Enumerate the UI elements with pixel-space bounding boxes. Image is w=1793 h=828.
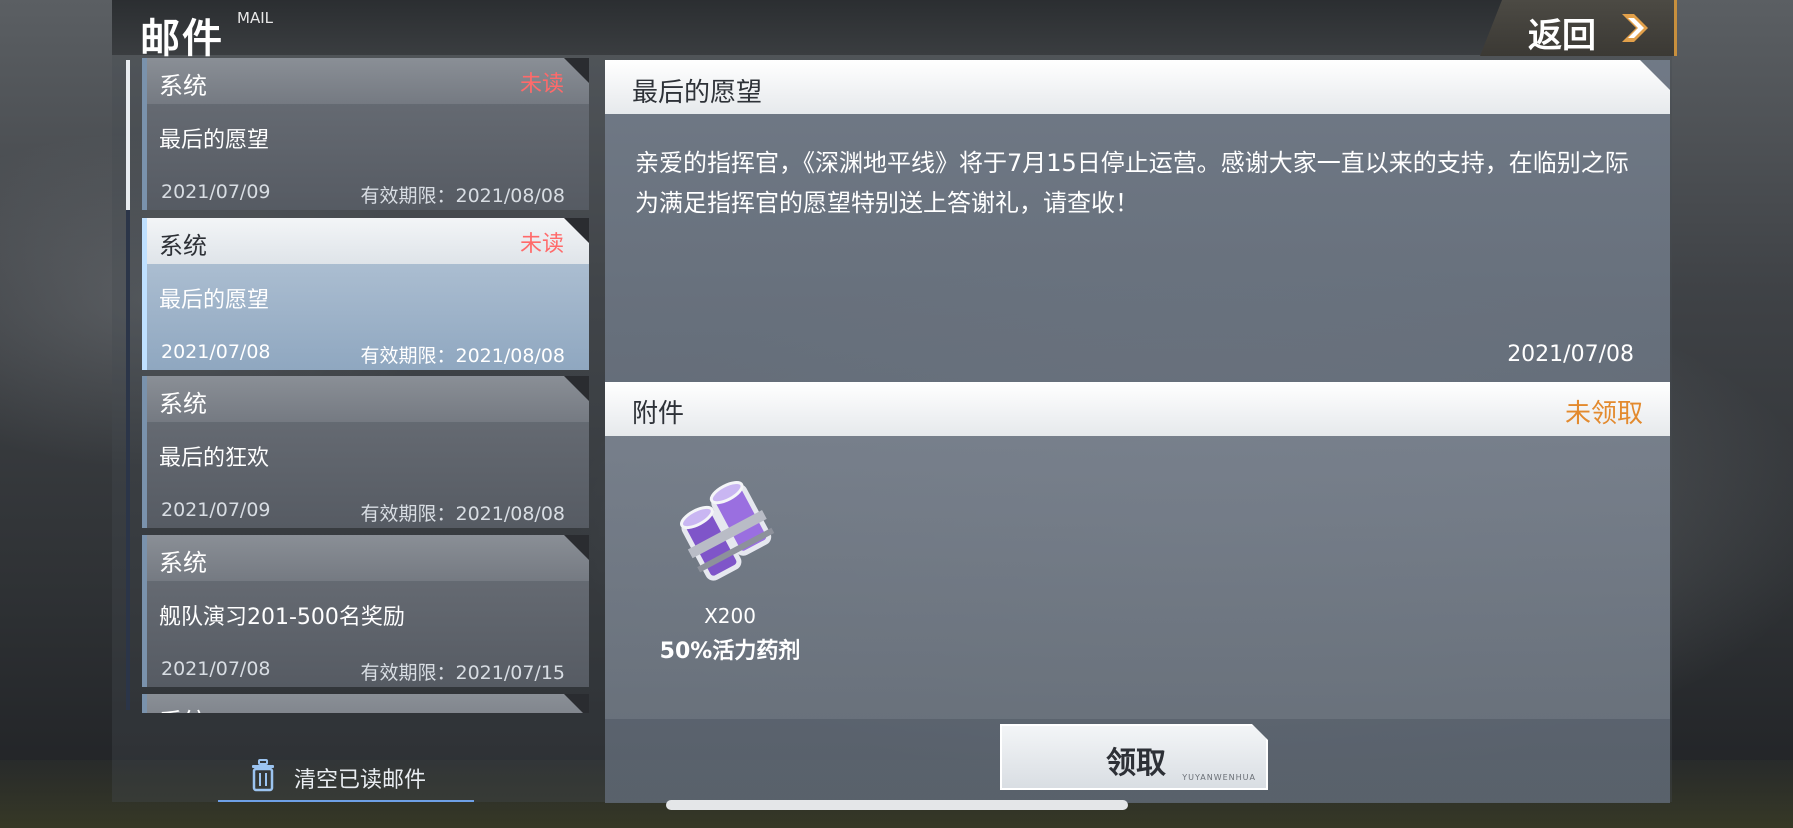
item-name: 50%活力药剂 <box>659 639 801 664</box>
home-indicator[interactable] <box>666 800 1128 810</box>
mail-date: 2021/07/08 <box>161 341 271 363</box>
mail-expiry: 有效期限：2021/07/15 <box>360 662 565 684</box>
back-label: 返回 <box>1528 16 1596 56</box>
mail-item-2-selected[interactable]: 系统 未读 最后的愿望 2021/07/08 有效期限：2021/08/08 <box>142 218 589 370</box>
mail-date: 2021/07/08 <box>161 658 271 680</box>
mail-expiry: 有效期限：2021/08/08 <box>360 503 565 525</box>
page-subtitle: MAIL <box>237 9 273 27</box>
mail-item-5[interactable]: 系统 <box>142 694 589 713</box>
attachment-status: 未领取 <box>1564 399 1643 429</box>
claim-button[interactable]: 领取 YUYANWENHUA <box>1000 724 1268 790</box>
mail-item-header <box>147 376 589 422</box>
mail-subject: 舰队演习201-500名奖励 <box>159 605 405 630</box>
corner-decoration <box>564 376 589 402</box>
mail-type: 系统 <box>159 549 207 577</box>
energy-potion-icon <box>680 480 775 581</box>
mail-type: 系统 <box>159 232 207 260</box>
mail-type: 系统 <box>159 72 207 100</box>
mail-date: 2021/07/09 <box>161 181 271 203</box>
mail-subject: 最后的愿望 <box>159 128 270 153</box>
mail-subject: 最后的愿望 <box>159 288 270 313</box>
mail-list[interactable]: 系统 未读 最后的愿望 2021/07/09 有效期限：2021/08/08 系… <box>126 58 592 713</box>
item-quantity: X200 <box>704 604 756 628</box>
corner-decoration <box>564 694 589 713</box>
detail-body: 亲爱的指挥官，《深渊地平线》将于7月15日停止运营。感谢大家一直以来的支持，在临… <box>635 149 1629 217</box>
mail-expiry: 有效期限：2021/08/08 <box>360 185 565 207</box>
page-title: 邮件 <box>140 16 224 62</box>
attachment-label: 附件 <box>632 399 685 429</box>
unread-badge: 未读 <box>519 232 564 257</box>
clear-read-mail-label: 清空已读邮件 <box>294 768 427 793</box>
mail-item-header <box>147 694 589 713</box>
mail-item-3[interactable]: 系统 最后的狂欢 2021/07/09 有效期限：2021/08/08 <box>142 376 589 528</box>
mail-detail-panel: 最后的愿望 亲爱的指挥官，《深渊地平线》将于7月15日停止运营。感谢大家一直以来… <box>605 60 1670 803</box>
button-underline <box>218 800 474 802</box>
unread-badge: 未读 <box>519 72 564 97</box>
corner-decoration <box>564 535 589 561</box>
detail-title: 最后的愿望 <box>632 78 763 108</box>
trash-icon <box>252 759 274 792</box>
detail-header: 最后的愿望 <box>605 60 1670 114</box>
claim-tag: YUYANWENHUA <box>1182 773 1256 782</box>
mail-subject: 最后的狂欢 <box>159 446 270 471</box>
mail-item-4[interactable]: 系统 舰队演习201-500名奖励 2021/07/08 有效期限：2021/0… <box>142 535 589 687</box>
mail-expiry: 有效期限：2021/08/08 <box>360 345 565 367</box>
mail-type: 系统 <box>159 702 207 713</box>
attachment-area: X200 50%活力药剂 <box>605 436 1670 719</box>
top-bar <box>112 0 1672 55</box>
mail-date: 2021/07/09 <box>161 499 271 521</box>
mail-item-header <box>147 535 589 581</box>
corner-decoration <box>564 218 589 244</box>
detail-date: 2021/07/08 <box>1507 342 1634 367</box>
clear-read-mail-button[interactable]: 清空已读邮件 <box>218 752 478 804</box>
corner-decoration <box>564 58 589 84</box>
attachment-item[interactable]: X200 50%活力药剂 <box>640 476 800 676</box>
mail-item-1[interactable]: 系统 未读 最后的愿望 2021/07/09 有效期限：2021/08/08 <box>142 58 589 210</box>
back-button[interactable]: 返回 <box>1480 0 1677 56</box>
chevron-right-icon <box>1622 14 1648 42</box>
mail-type: 系统 <box>159 390 207 418</box>
attachment-header: 附件 未领取 <box>605 382 1670 436</box>
